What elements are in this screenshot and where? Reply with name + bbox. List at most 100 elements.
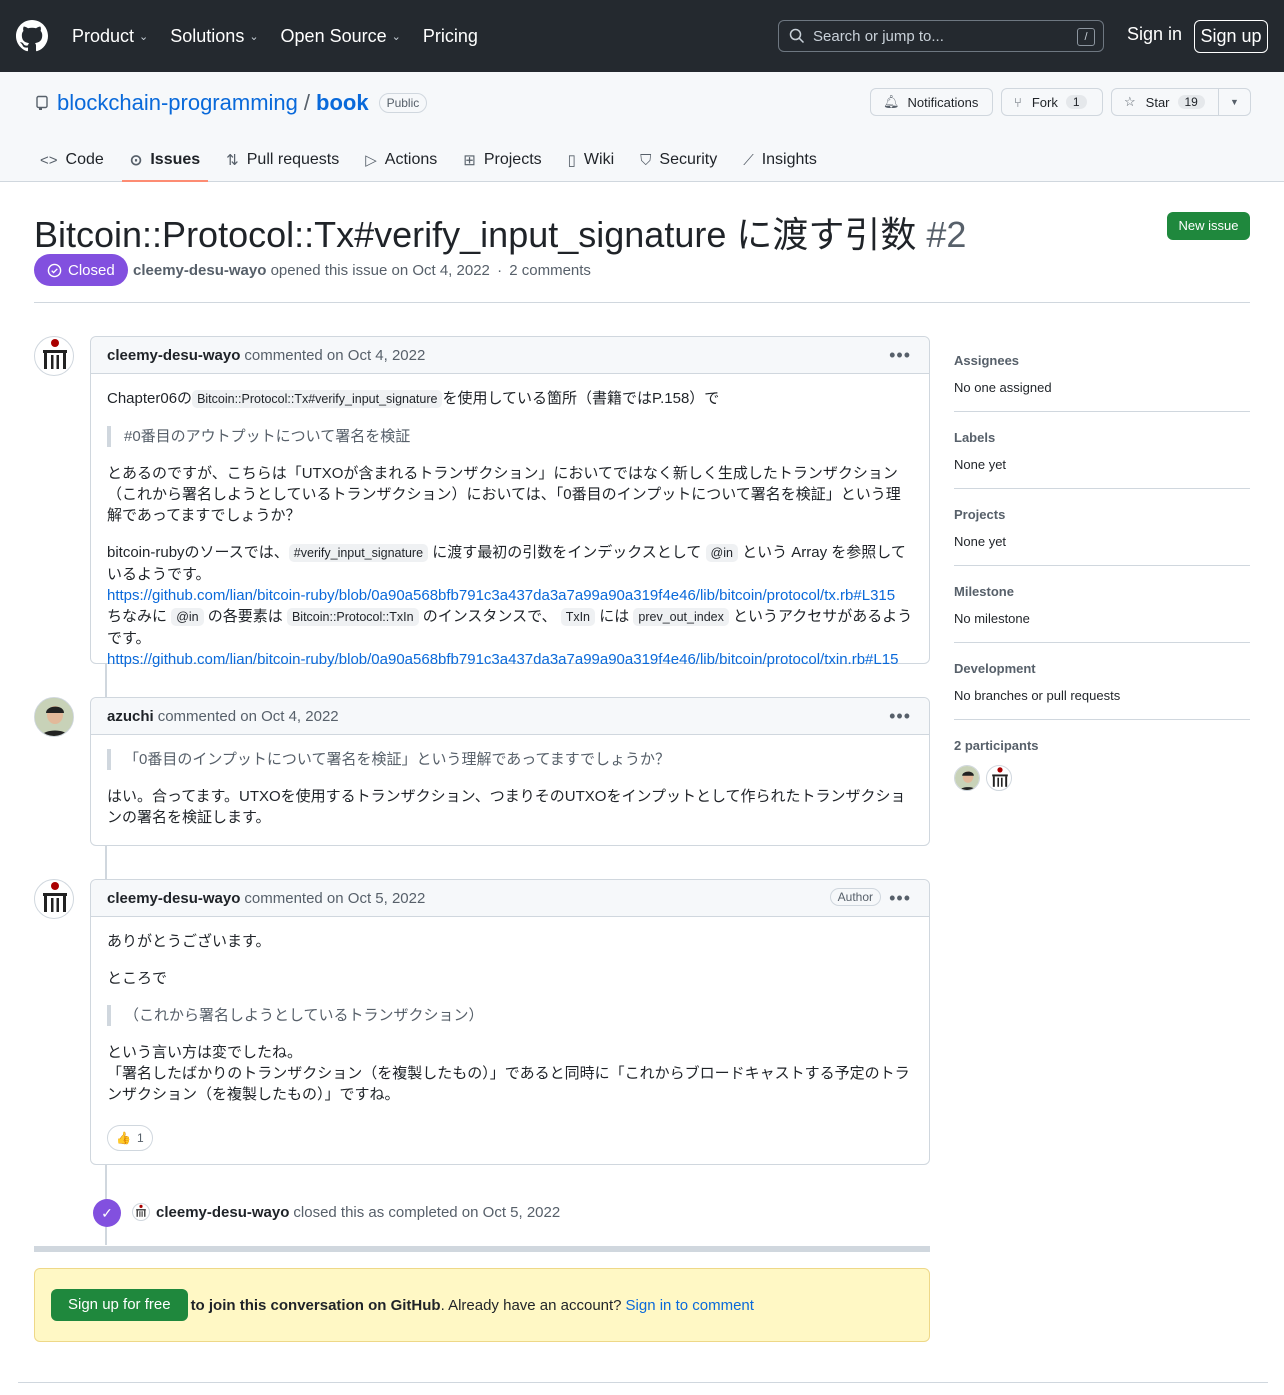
chevron-down-icon: ⌄ <box>139 30 149 43</box>
sidebar-value: No branches or pull requests <box>954 688 1121 703</box>
avatar-cleemy-icon <box>136 1204 146 1217</box>
reaction-count: 1 <box>136 1130 144 1145</box>
kebab-horizontal-icon[interactable]: ••• <box>889 345 911 366</box>
tab-pull-requests[interactable]: ⇅ Pull requests <box>226 140 339 180</box>
sidebar-heading: Assignees <box>954 353 1020 368</box>
sidebar-value: None yet <box>954 457 1007 472</box>
star-count: 19 <box>1177 95 1205 109</box>
comment-timestamp[interactable]: commented on Oct 5, 2022 <box>244 890 425 907</box>
table-icon: ⊞ <box>463 152 476 169</box>
search-input[interactable]: Search or jump to... / <box>778 20 1104 52</box>
comments-count: 2 comments <box>509 262 591 279</box>
comment-author-link[interactable]: cleemy-desu-wayo <box>107 890 240 907</box>
timeline-line <box>105 846 107 880</box>
footer-divider <box>18 1382 1268 1383</box>
check-circle-icon: ✓ <box>93 1199 121 1227</box>
participant-avatar[interactable] <box>986 765 1013 791</box>
comment: cleemy-desu-wayo commented on Oct 5, 202… <box>90 879 930 1165</box>
comment-author-link[interactable]: cleemy-desu-wayo <box>107 347 240 364</box>
search-shortcut-key: / <box>1077 28 1095 46</box>
reaction-button[interactable]: 👍 1 <box>107 1125 153 1151</box>
sidebar-value: No one assigned <box>954 380 1052 395</box>
tab-actions[interactable]: ▷ Actions <box>365 140 437 180</box>
comment-author-link[interactable]: azuchi <box>107 708 154 725</box>
graph-icon: ⟋ <box>743 151 754 169</box>
check-circle-icon <box>47 263 62 277</box>
repo-name-link[interactable]: book <box>316 90 369 116</box>
shield-icon: ⛉ <box>640 151 652 169</box>
author-badge: Author <box>829 888 881 906</box>
sidebar-participants: 2 participants <box>954 738 1250 791</box>
sidebar-heading: 2 participants <box>954 738 1039 753</box>
issue-state-badge: Closed <box>34 254 128 286</box>
avatar-cleemy-icon <box>992 767 1009 787</box>
comment-timestamp[interactable]: commented on Oct 4, 2022 <box>158 708 339 725</box>
sign-up-button[interactable]: Sign up <box>1194 20 1268 53</box>
tab-code[interactable]: <> Code <box>40 140 104 180</box>
fork-button[interactable]: ⑂ Fork 1 <box>1001 88 1103 116</box>
source-link[interactable]: https://github.com/lian/bitcoin-ruby/blo… <box>107 651 898 668</box>
divider <box>34 302 1250 303</box>
avatar[interactable] <box>34 879 74 919</box>
issue-author-link[interactable]: cleemy-desu-wayo <box>133 262 266 279</box>
sign-in-to-comment-link[interactable]: Sign in to comment <box>626 1297 754 1314</box>
sidebar-projects: Projects None yet <box>954 507 1250 549</box>
repo-separator: / <box>303 90 311 115</box>
kebab-horizontal-icon[interactable]: ••• <box>889 706 911 727</box>
star-icon: ☆ <box>1124 94 1136 109</box>
divider <box>954 411 1250 412</box>
sidebar-heading: Labels <box>954 430 996 445</box>
comment-timestamp[interactable]: commented on Oct 4, 2022 <box>244 347 425 364</box>
play-icon: ▷ <box>365 152 377 169</box>
issue-title: Bitcoin::Protocol::Tx#verify_input_signa… <box>34 214 967 255</box>
avatar[interactable] <box>34 697 74 737</box>
visibility-badge: Public <box>378 93 428 113</box>
avatar[interactable] <box>34 336 74 376</box>
star-button[interactable]: ☆ Star 19 <box>1111 88 1219 116</box>
thumbs-up-icon: 👍 <box>116 1130 131 1145</box>
tab-issues[interactable]: ⊙ Issues <box>121 140 209 182</box>
comment-body: ありがとうございます。 ところで （これから署名しようとしているトランザクション… <box>91 917 929 1167</box>
new-issue-button[interactable]: New issue <box>1167 212 1250 240</box>
repo-owner-link[interactable]: blockchain-programming <box>57 90 298 116</box>
join-conversation-banner: Sign up for free to join this conversati… <box>34 1268 930 1342</box>
tab-insights[interactable]: ⟋ Insights <box>743 140 817 180</box>
comment: cleemy-desu-wayo commented on Oct 4, 202… <box>90 336 930 668</box>
divider <box>954 565 1250 566</box>
event-actor-link[interactable]: cleemy-desu-wayo <box>156 1204 289 1221</box>
comment-header: azuchi commented on Oct 4, 2022 ••• <box>91 698 929 735</box>
sidebar-milestone: Milestone No milestone <box>954 584 1250 626</box>
tab-projects[interactable]: ⊞ Projects <box>463 140 541 180</box>
nav-product[interactable]: Product ⌄ <box>72 26 148 47</box>
closed-event: cleemy-desu-wayo closed this as complete… <box>132 1203 560 1221</box>
issue-number: #2 <box>926 214 967 255</box>
notifications-button[interactable]: 🔔︎ Notifications <box>870 88 993 116</box>
nav-open-source[interactable]: Open Source ⌄ <box>281 26 401 47</box>
sidebar-value: No milestone <box>954 611 1030 626</box>
comment-body: 「0番目のインプットについて署名を検証」という理解であってますでしょうか？ はい… <box>91 735 929 844</box>
comment-body: Chapter06の Bitcoin::Protocol::Tx#verify_i… <box>107 390 913 668</box>
nav-solutions[interactable]: Solutions ⌄ <box>170 26 258 47</box>
sidebar-labels: Labels None yet <box>954 430 1250 472</box>
source-link[interactable]: https://github.com/lian/bitcoin-ruby/blo… <box>107 587 895 604</box>
star-dropdown-button[interactable]: ▼ <box>1218 88 1251 116</box>
avatar[interactable] <box>132 1203 150 1221</box>
sidebar-value: None yet <box>954 534 1007 549</box>
sidebar-heading: Milestone <box>954 584 1014 599</box>
participant-avatar[interactable] <box>954 765 980 791</box>
sign-in-link[interactable]: Sign in <box>1127 24 1182 45</box>
tab-security[interactable]: ⛉ Security <box>640 140 717 180</box>
tab-wiki[interactable]: ▯ Wiki <box>568 140 614 180</box>
sidebar-heading: Projects <box>954 507 1006 522</box>
sign-up-free-button[interactable]: Sign up for free <box>51 1289 188 1321</box>
sidebar-development: Development No branches or pull requests <box>954 661 1250 703</box>
timeline-end-divider <box>34 1246 930 1252</box>
search-icon <box>789 28 805 44</box>
top-nav: Product ⌄ Solutions ⌄ Open Source ⌄ Pricing <box>72 0 500 72</box>
divider <box>954 642 1250 643</box>
avatar-cleemy-icon <box>43 339 67 369</box>
fork-icon: ⑂ <box>1014 94 1022 110</box>
github-logo-icon[interactable] <box>16 20 48 52</box>
nav-pricing[interactable]: Pricing <box>423 26 478 47</box>
kebab-horizontal-icon[interactable]: ••• <box>889 888 911 909</box>
